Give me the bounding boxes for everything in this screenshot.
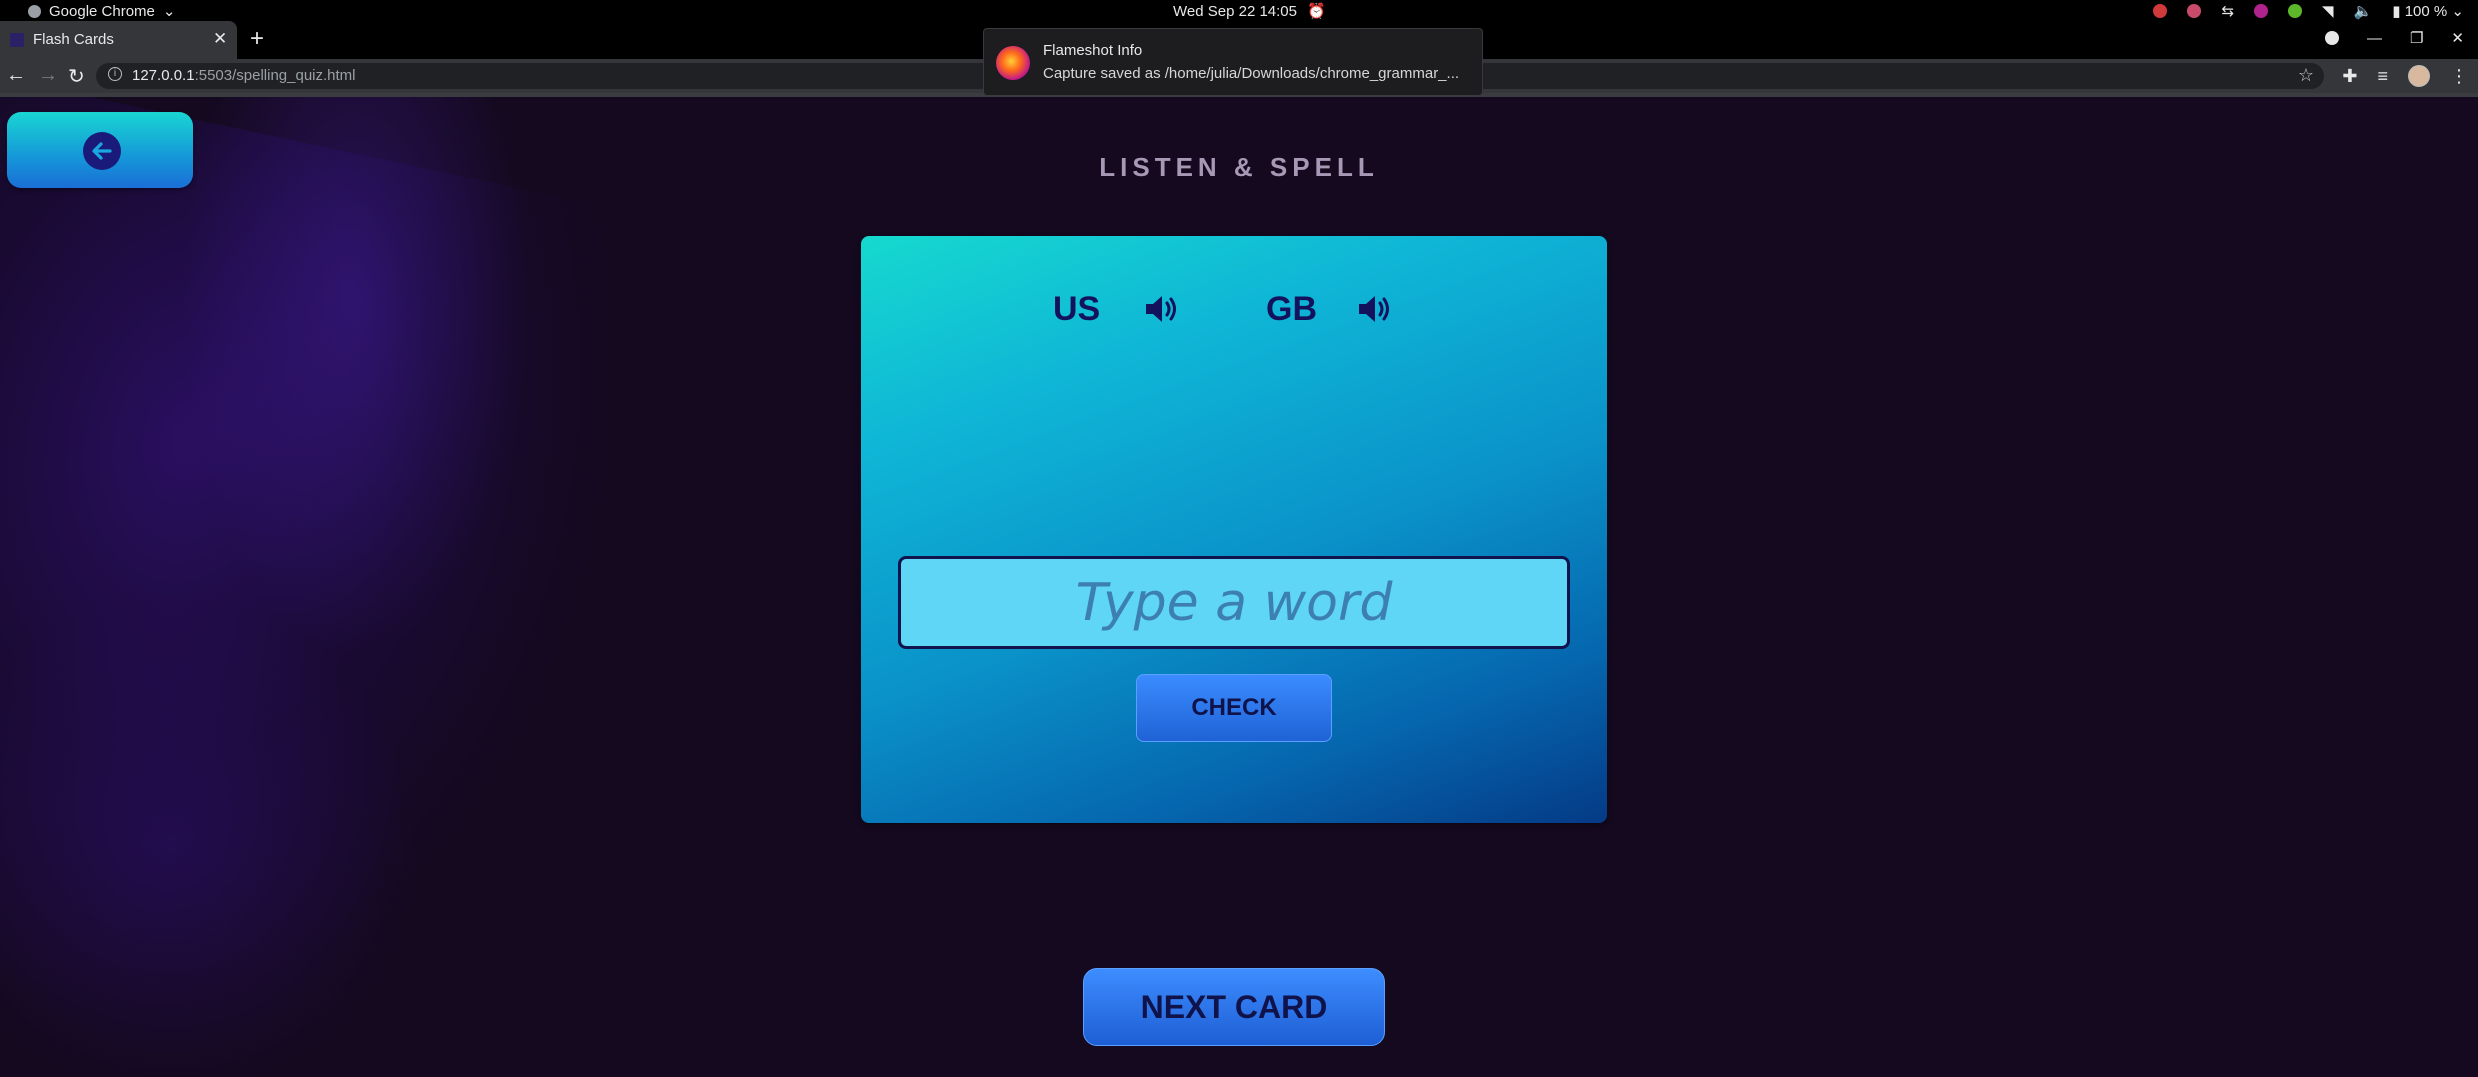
new-tab-button[interactable]: + [250, 25, 264, 53]
alarm-icon: ⏰ [1306, 3, 1326, 20]
page-title: LISTEN & SPELL [1099, 152, 1379, 182]
notification-body: Capture saved as /home/julia/Downloads/c… [1043, 65, 1460, 82]
accent-label-us: US [1053, 290, 1101, 328]
page-viewport: LISTEN & SPELL US GB CHECK NEXT CARD [0, 97, 2478, 1077]
url-text: 127.0.0.1:5503/spelling_quiz.html [132, 67, 356, 84]
app-name: Google Chrome [49, 2, 155, 20]
notification-popup[interactable]: Flameshot Info Capture saved as /home/ju… [983, 28, 1483, 96]
speaker-icon[interactable] [1143, 292, 1179, 326]
extensions-icon[interactable]: ✚ [2342, 66, 2357, 87]
battery-status[interactable]: ▮ 100 % ⌄ [2392, 2, 2464, 20]
volume-icon[interactable]: 🔈 [2354, 2, 2373, 20]
favicon [10, 33, 24, 47]
menu-kebab-icon[interactable]: ⋮ [2450, 66, 2468, 87]
system-tray: ⇆ ◥ 🔈 ▮ 100 % ⌄ [2153, 2, 2464, 20]
url-path: :5503/spelling_quiz.html [194, 67, 356, 84]
restore-button[interactable]: ❐ [2410, 29, 2423, 47]
close-window-button[interactable]: ✕ [2451, 29, 2464, 47]
chrome-icon [28, 4, 41, 18]
os-top-bar: Google Chrome ⌄ Wed Sep 22 14:05 ⏰ ⇆ ◥ 🔈… [0, 0, 2478, 21]
background-smoke [0, 597, 420, 1077]
window-controls: — ❐ ✕ [2324, 29, 2464, 47]
site-info-icon[interactable]: i [108, 67, 122, 81]
wifi-icon[interactable]: ◥ [2322, 2, 2334, 20]
accent-selector: US GB [861, 290, 1607, 330]
flameshot-tray-icon[interactable] [2254, 4, 2269, 18]
word-input[interactable] [898, 556, 1570, 649]
close-icon[interactable]: ✕ [213, 29, 227, 49]
flash-card: US GB CHECK [861, 236, 1607, 823]
record-icon[interactable] [2324, 31, 2339, 45]
sync-icon[interactable]: ⇆ [2221, 2, 2234, 20]
check-button[interactable]: CHECK [1136, 674, 1332, 742]
tray-app-icon[interactable] [2187, 4, 2202, 18]
reading-list-icon[interactable]: ≡ [2377, 66, 2388, 87]
accent-label-gb: GB [1266, 290, 1317, 328]
tab-flash-cards[interactable]: Flash Cards ✕ [0, 21, 237, 59]
app-menu[interactable]: Google Chrome ⌄ [28, 2, 175, 20]
bookmark-star-icon[interactable]: ☆ [2298, 65, 2314, 86]
chevron-down-icon: ⌄ [162, 3, 176, 20]
url-host: 127.0.0.1 [132, 67, 195, 84]
tab-title: Flash Cards [33, 31, 114, 48]
forward-arrow-icon[interactable]: → [38, 64, 58, 87]
next-card-button[interactable]: NEXT CARD [1083, 968, 1385, 1046]
minimize-button[interactable]: — [2367, 30, 2382, 47]
notification-title: Flameshot Info [1043, 42, 1143, 59]
tray-app-icon[interactable] [2288, 4, 2303, 18]
tray-app-icon[interactable] [2153, 4, 2168, 18]
toolbar-actions: ✚ ≡ ⋮ [2342, 65, 2468, 87]
clock[interactable]: Wed Sep 22 14:05 ⏰ [1173, 2, 1326, 21]
battery-icon: ▮ [2392, 3, 2401, 20]
datetime: Wed Sep 22 14:05 [1173, 2, 1297, 20]
back-arrow-icon[interactable]: ← [6, 64, 26, 87]
battery-label: 100 % [2404, 3, 2448, 20]
reload-icon[interactable]: ↻ [68, 64, 85, 89]
flameshot-icon [996, 46, 1030, 80]
speaker-icon[interactable] [1356, 292, 1392, 326]
profile-avatar[interactable] [2408, 65, 2430, 87]
